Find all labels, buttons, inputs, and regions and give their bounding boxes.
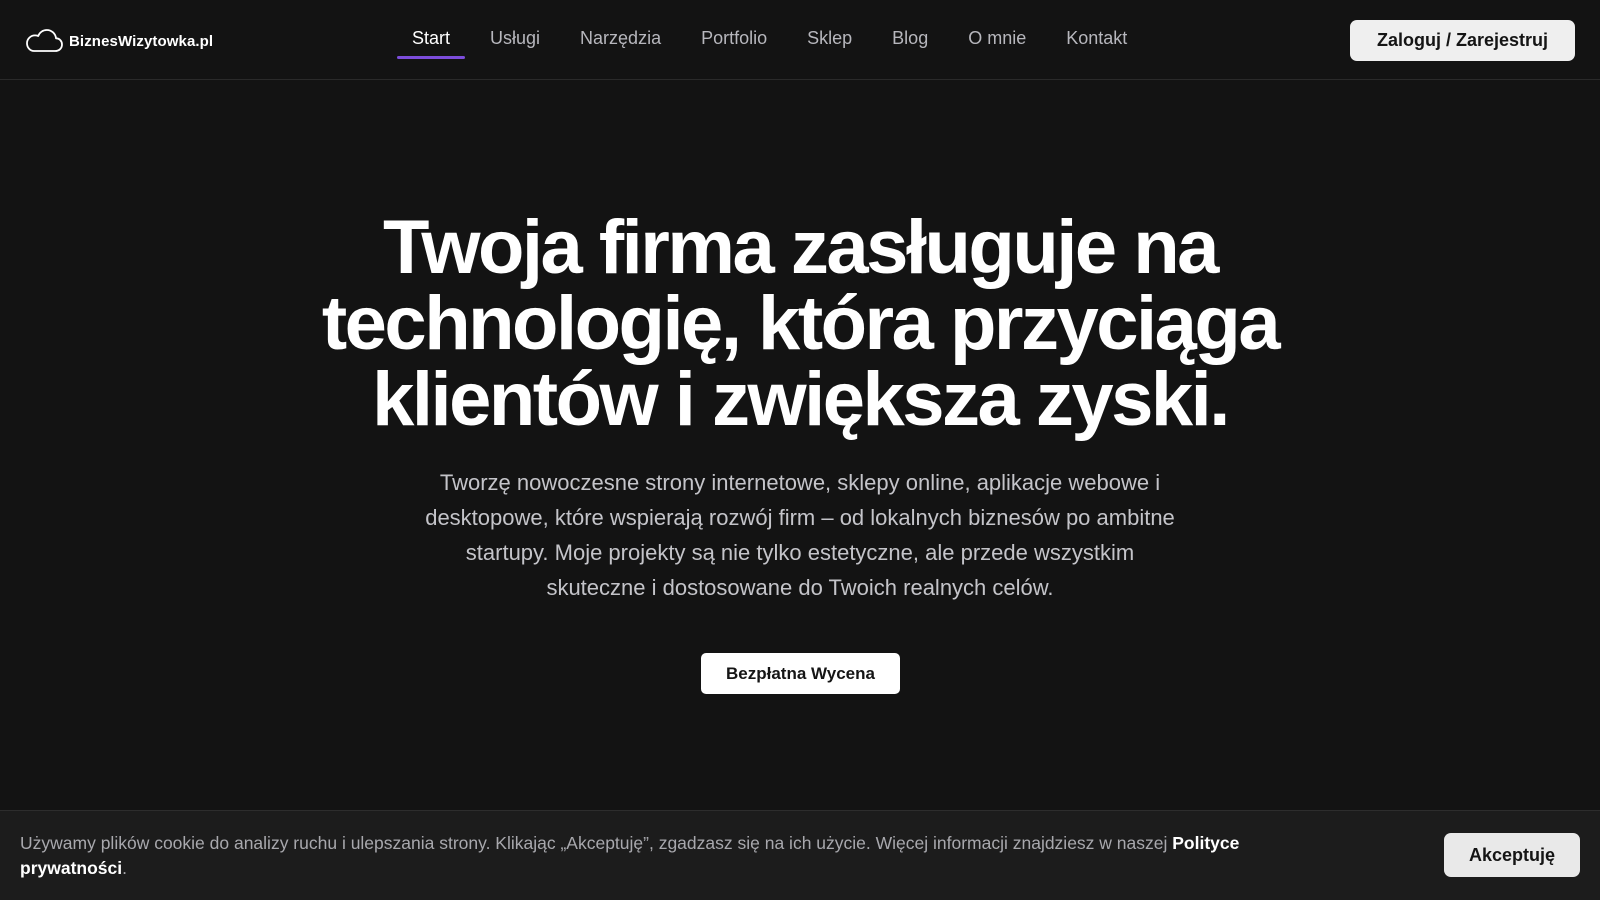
- hero-subtitle-line: skuteczne i dostosowane do Twoich realny…: [546, 575, 1054, 600]
- login-register-button[interactable]: Zaloguj / Zarejestruj: [1350, 20, 1575, 61]
- nav-item-kontakt[interactable]: Kontakt: [1051, 22, 1142, 57]
- nav-item-sklep[interactable]: Sklep: [792, 22, 867, 57]
- hero-subtitle: Tworzę nowoczesne strony internetowe, sk…: [370, 465, 1230, 605]
- nav-item-uslugi[interactable]: Usługi: [475, 22, 555, 57]
- nav-item-portfolio[interactable]: Portfolio: [686, 22, 782, 57]
- hero-subtitle-line: startupy. Moje projekty są nie tylko est…: [465, 540, 1135, 565]
- hero-subtitle-line: desktopowe, które wspierają rozwój firm …: [425, 505, 1175, 530]
- cloud-icon: [26, 29, 63, 52]
- hero-title-line: Twoja firma zasługuje na: [383, 205, 1219, 290]
- free-quote-button[interactable]: Bezpłatna Wycena: [701, 653, 900, 694]
- hero-title: Twoja firma zasługuje na technologię, kt…: [200, 210, 1400, 438]
- cookie-message: Używamy plików cookie do analizy ruchu i…: [20, 831, 1350, 881]
- hero-title-line: klientów i zwiększa zyski.: [372, 357, 1230, 442]
- nav-item-o-mnie[interactable]: O mnie: [953, 22, 1041, 57]
- nav-item-start[interactable]: Start: [397, 22, 466, 59]
- nav-item-blog[interactable]: Blog: [877, 22, 943, 57]
- site-header: BiznesWizytowka.pl Start Usługi Narzędzi…: [0, 0, 1600, 80]
- cookie-suffix: .: [122, 858, 127, 878]
- cookie-text: Używamy plików cookie do analizy ruchu i…: [20, 833, 1173, 853]
- main-nav: Start Usługi Narzędzia Portfolio Sklep B…: [397, 22, 1152, 62]
- accept-cookies-button[interactable]: Akceptuję: [1444, 833, 1580, 877]
- cookie-banner: Używamy plików cookie do analizy ruchu i…: [0, 810, 1600, 900]
- hero-title-line: technologię, która przyciąga: [321, 281, 1281, 366]
- logo-link[interactable]: BiznesWizytowka.pl: [24, 26, 213, 56]
- hero-subtitle-line: Tworzę nowoczesne strony internetowe, sk…: [439, 470, 1161, 495]
- page: BiznesWizytowka.pl Start Usługi Narzędzi…: [0, 0, 1600, 900]
- nav-item-narzedzia[interactable]: Narzędzia: [565, 22, 676, 57]
- logo-text: BiznesWizytowka.pl: [69, 32, 214, 50]
